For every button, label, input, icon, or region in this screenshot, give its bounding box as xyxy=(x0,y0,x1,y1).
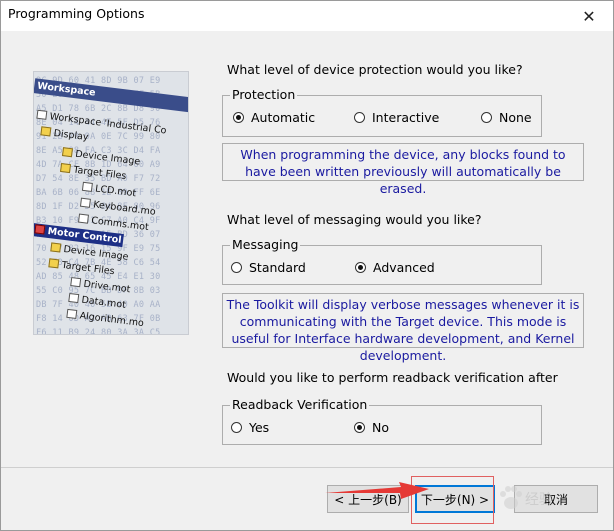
readback-no-radio[interactable]: No xyxy=(354,420,389,435)
s-file-icon xyxy=(66,308,78,319)
watermark: 经验 xyxy=(495,477,605,523)
protection-interactive-radio[interactable]: Interactive xyxy=(354,110,439,125)
readback-group: Readback Verification Yes No xyxy=(222,397,542,445)
tree-item: Display xyxy=(40,125,89,144)
messaging-group-label: Messaging xyxy=(230,237,301,252)
messaging-group: Messaging Standard Advanced xyxy=(222,237,542,285)
folder-icon xyxy=(40,126,52,137)
tree-item-label: LCD.mot xyxy=(94,183,137,200)
radio-label: Yes xyxy=(249,420,270,435)
s-file-icon xyxy=(70,277,82,288)
tree-item-label: Target Files xyxy=(72,164,127,182)
radio-empty-icon xyxy=(354,112,365,123)
radio-selected-icon xyxy=(233,112,244,123)
workspace-illustration: 9C 9D 60 41 8D 9B 07 E9 50 E0 B0 F2 8E D… xyxy=(33,71,189,335)
paw-icon xyxy=(500,486,522,509)
radio-label: No xyxy=(372,420,389,435)
radio-label: Standard xyxy=(249,260,306,275)
folder-icon xyxy=(48,258,60,269)
tree-item-label: Data.mot xyxy=(80,294,127,311)
tree-item-label: Target Files xyxy=(60,259,116,278)
footer-separator xyxy=(1,467,613,468)
messaging-question: What level of messaging would you like? xyxy=(227,212,482,227)
s-file-icon xyxy=(79,197,91,208)
close-button[interactable]: ✕ xyxy=(565,1,613,31)
folder-icon xyxy=(61,147,73,158)
readback-group-label: Readback Verification xyxy=(230,397,370,412)
radio-selected-icon xyxy=(355,262,366,273)
messaging-standard-radio[interactable]: Standard xyxy=(231,260,306,275)
s-file-icon xyxy=(68,292,80,304)
chip-icon xyxy=(34,224,46,235)
tree-item-label: Drive.mot xyxy=(82,278,131,296)
tree-item-label: Display xyxy=(52,127,90,144)
doc-icon xyxy=(36,109,48,120)
radio-label: Advanced xyxy=(373,260,435,275)
title-bar: Programming Options ✕ xyxy=(1,1,613,31)
folder-icon xyxy=(50,242,62,253)
messaging-advanced-radio[interactable]: Advanced xyxy=(355,260,435,275)
protection-group-label: Protection xyxy=(230,87,298,102)
close-icon: ✕ xyxy=(582,6,596,26)
protection-question: What level of device protection would yo… xyxy=(227,62,523,77)
programming-options-dialog: Programming Options ✕ 9C 9D 60 41 8D 9B … xyxy=(0,0,614,531)
watermark-text: 经验 xyxy=(525,492,553,508)
folder-icon xyxy=(60,162,72,174)
radio-empty-icon xyxy=(231,422,242,433)
radio-empty-icon xyxy=(231,262,242,273)
red-arrow-icon xyxy=(325,482,429,499)
readback-question: Would you like to perform readback verif… xyxy=(227,370,558,385)
radio-label: None xyxy=(499,110,532,125)
radio-empty-icon xyxy=(481,112,492,123)
radio-label: Interactive xyxy=(372,110,440,125)
protection-group: Protection Automatic Interactive None xyxy=(222,87,542,137)
window-title: Programming Options xyxy=(8,6,145,21)
protection-none-radio[interactable]: None xyxy=(481,110,532,125)
tree-item: Algorithm.mo xyxy=(66,308,145,330)
messaging-info-box: The Toolkit will display verbose message… xyxy=(222,293,584,363)
tree-item-label: Algorithm.mo xyxy=(78,310,145,330)
radio-label: Automatic xyxy=(251,110,316,125)
s-file-icon xyxy=(81,181,93,192)
protection-info-box: When programming the device, any blocks … xyxy=(222,143,584,196)
radio-selected-icon xyxy=(354,422,365,433)
protection-automatic-radio[interactable]: Automatic xyxy=(233,110,315,125)
readback-yes-radio[interactable]: Yes xyxy=(231,420,269,435)
s-file-icon xyxy=(77,213,90,224)
